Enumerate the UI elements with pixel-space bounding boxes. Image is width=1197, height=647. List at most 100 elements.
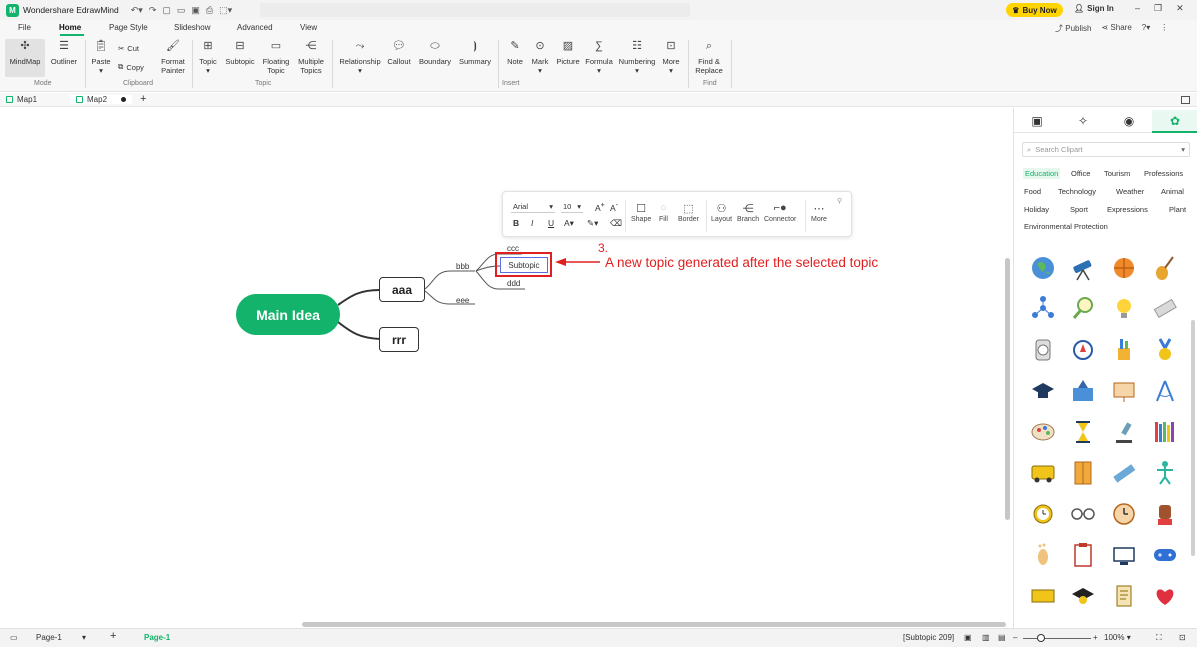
subtopic-eee[interactable]: eee bbox=[456, 296, 469, 305]
microscope-clipart-icon[interactable] bbox=[1116, 422, 1132, 443]
alarm-clock-clipart-icon[interactable] bbox=[1033, 504, 1053, 524]
layout-button[interactable]: ⚇ Layout bbox=[711, 202, 732, 223]
bookshelf-clipart-icon[interactable] bbox=[1155, 422, 1174, 442]
ticket-clipart-icon[interactable] bbox=[1031, 589, 1055, 603]
book-clipart-icon[interactable] bbox=[1074, 461, 1092, 485]
connector-button[interactable]: ⌐● Connector bbox=[764, 202, 796, 223]
more-format-button[interactable]: ⋯ More bbox=[811, 202, 827, 223]
add-page-button[interactable]: + bbox=[110, 630, 116, 642]
sign-in-button[interactable]: 👤︎ Sign In bbox=[1074, 4, 1114, 13]
border-button[interactable]: ⬚ Border bbox=[678, 202, 699, 223]
layout-view-icon[interactable]: ▥ bbox=[982, 633, 990, 642]
page-view-icon[interactable]: ▭ bbox=[10, 633, 18, 642]
page-tab-1[interactable]: Page-1 bbox=[144, 633, 170, 642]
shape-icon: ☐ bbox=[636, 203, 647, 215]
guitar-clipart-icon[interactable] bbox=[1156, 256, 1174, 280]
basketball-clipart-icon[interactable] bbox=[1114, 258, 1134, 278]
connector-main-rrr bbox=[337, 321, 381, 340]
branch-button[interactable]: ⋲ Branch bbox=[737, 202, 759, 223]
canvas-vertical-scrollbar[interactable] bbox=[1005, 258, 1010, 520]
magnifier-clipart-icon[interactable] bbox=[1072, 297, 1093, 319]
main-idea-topic[interactable]: Main Idea bbox=[236, 294, 340, 335]
panel-toggle-icon[interactable] bbox=[1181, 96, 1190, 104]
school-building-clipart-icon[interactable] bbox=[1073, 380, 1093, 401]
zoom-slider-handle[interactable] bbox=[1037, 634, 1045, 642]
minimize-button[interactable]: – bbox=[1135, 3, 1140, 14]
status-bar: ▭ Page-1 ▾ + Page-1 [Subtopic 209] ▣ ▥ ▤… bbox=[0, 628, 1197, 647]
hourglass-clipart-icon[interactable] bbox=[1076, 421, 1090, 443]
drafting-compass-clipart-icon[interactable] bbox=[1156, 380, 1174, 402]
glasses-clipart-icon[interactable] bbox=[1071, 508, 1095, 520]
mortarboard-clipart-icon[interactable] bbox=[1072, 588, 1094, 604]
pencil-cup-clipart-icon[interactable] bbox=[1118, 339, 1130, 360]
watch-clipart-icon[interactable] bbox=[1035, 339, 1051, 361]
scroll-clipart-icon[interactable] bbox=[1116, 585, 1132, 607]
subtopic-ddd[interactable]: ddd bbox=[507, 279, 520, 288]
underline-icon[interactable]: U bbox=[548, 218, 554, 228]
topic-rrr[interactable]: rrr bbox=[379, 327, 419, 352]
help-icon[interactable]: ?▾ bbox=[1142, 23, 1150, 34]
subtopic-bbb[interactable]: bbb bbox=[456, 262, 469, 271]
eraser-clipart-icon[interactable] bbox=[1153, 298, 1177, 319]
more-options-icon[interactable]: ⋮ bbox=[1160, 23, 1168, 34]
font-size-select[interactable]: 10 ▾ bbox=[561, 201, 583, 213]
clipboard-clipart-icon[interactable] bbox=[1074, 543, 1092, 567]
graduation-cap-clipart-icon[interactable] bbox=[1032, 383, 1054, 398]
zoom-slider-track[interactable] bbox=[1023, 638, 1091, 639]
pin-icon[interactable]: ⚲ bbox=[837, 197, 842, 205]
palette-clipart-icon[interactable] bbox=[1031, 423, 1055, 441]
buy-now-button[interactable]: ♛ Buy Now bbox=[1006, 3, 1063, 17]
bold-icon[interactable]: B bbox=[513, 218, 519, 228]
connector-aaa-bbb bbox=[424, 270, 475, 290]
window-controls: – ❐ ✕ bbox=[1135, 3, 1184, 14]
school-bus-clipart-icon[interactable] bbox=[1031, 465, 1055, 483]
increase-font-icon[interactable]: A+ bbox=[595, 201, 605, 213]
monitor-clipart-icon[interactable] bbox=[1113, 547, 1135, 565]
gamepad-clipart-icon[interactable] bbox=[1154, 549, 1176, 561]
fill-button[interactable]: ○ Fill bbox=[659, 202, 668, 223]
zoom-out-button[interactable]: – bbox=[1013, 633, 1017, 642]
wall-clock-clipart-icon[interactable] bbox=[1113, 503, 1135, 525]
font-family-select[interactable]: Arial ▾ bbox=[511, 201, 555, 213]
toolbar-separator bbox=[706, 200, 707, 232]
ruler-clipart-icon[interactable] bbox=[1113, 464, 1136, 483]
crown-icon: ♛ bbox=[1012, 5, 1020, 15]
highlight-color-icon[interactable]: ✎▾ bbox=[587, 218, 598, 229]
share-button[interactable]: ⋖ Share bbox=[1101, 23, 1131, 34]
hand-raised-clipart-icon[interactable] bbox=[1158, 505, 1172, 525]
fit-view-icon[interactable]: ▣ bbox=[964, 633, 972, 642]
font-color-icon[interactable]: A▾ bbox=[564, 218, 574, 229]
border-icon: ⬚ bbox=[683, 203, 694, 215]
globe-clipart-icon[interactable] bbox=[1032, 257, 1054, 279]
publish-button[interactable]: ⤴ Publish bbox=[1055, 23, 1091, 34]
restore-button[interactable]: ❐ bbox=[1154, 3, 1162, 14]
gymnast-clipart-icon[interactable] bbox=[1157, 461, 1173, 485]
canvas-horizontal-scrollbar[interactable] bbox=[302, 622, 1006, 627]
molecule-clipart-icon[interactable] bbox=[1032, 296, 1054, 318]
floating-format-toolbar: Arial ▾ 10 ▾ A+ A- B I U A▾ ✎▾ ⌫ ☐ Shape ○ F… bbox=[502, 191, 852, 237]
fit-page-icon[interactable]: ⊡ bbox=[1179, 633, 1186, 642]
ellipsis-icon: ⋯ bbox=[813, 203, 825, 215]
zoom-level-select[interactable]: 100% ▾ bbox=[1104, 633, 1131, 642]
lightbulb-clipart-icon[interactable] bbox=[1117, 299, 1131, 318]
zoom-in-button[interactable]: + bbox=[1093, 633, 1098, 642]
compass-clipart-icon[interactable] bbox=[1073, 340, 1093, 360]
decrease-font-icon[interactable]: A- bbox=[610, 201, 618, 213]
fill-icon: ○ bbox=[660, 202, 667, 214]
outline-view-icon[interactable]: ▤ bbox=[998, 633, 1006, 642]
mindmap-connectors bbox=[337, 253, 600, 340]
heart-clipart-icon[interactable] bbox=[1156, 589, 1174, 605]
shape-button[interactable]: ☐ Shape bbox=[631, 202, 651, 223]
italic-icon[interactable]: I bbox=[531, 218, 533, 228]
annotation-text: A new topic generated after the selected… bbox=[605, 255, 879, 270]
page-select[interactable]: Page-1 ▾ bbox=[36, 633, 86, 642]
medal-clipart-icon[interactable] bbox=[1158, 338, 1172, 360]
fullscreen-icon[interactable]: ⛶ bbox=[1156, 633, 1162, 643]
footprint-clipart-icon[interactable] bbox=[1038, 543, 1048, 566]
close-button[interactable]: ✕ bbox=[1176, 3, 1184, 14]
projector-screen-clipart-icon[interactable] bbox=[1113, 382, 1135, 402]
annotation-step-number: 3. bbox=[598, 241, 609, 255]
topic-aaa[interactable]: aaa bbox=[379, 277, 425, 302]
telescope-clipart-icon[interactable] bbox=[1073, 260, 1092, 281]
clear-format-icon[interactable]: ⌫ bbox=[610, 218, 622, 229]
